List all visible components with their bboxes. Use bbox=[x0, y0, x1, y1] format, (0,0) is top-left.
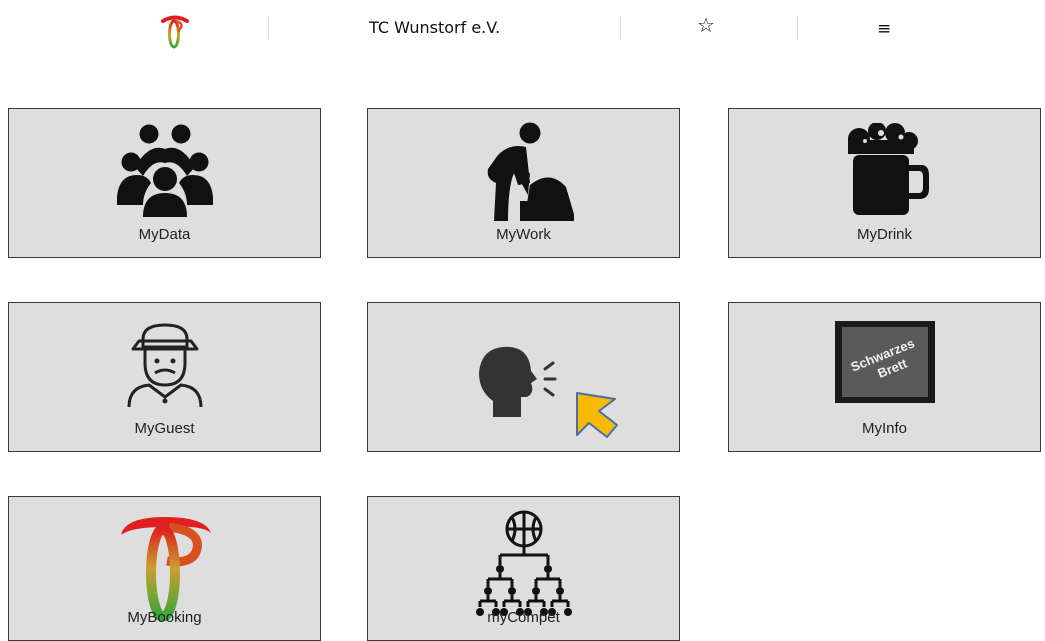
page-title: TC Wunstorf e.V. bbox=[369, 18, 501, 37]
club-logo-icon[interactable] bbox=[160, 12, 190, 50]
tile-myinfo[interactable]: Schwarzes Brett MyInfo bbox=[728, 302, 1041, 452]
tile-myguest[interactable]: MyGuest bbox=[8, 302, 321, 452]
tile-label: MyWork bbox=[496, 226, 551, 243]
top-bar: TC Wunstorf e.V. ☆ ≡ bbox=[0, 0, 1045, 60]
star-icon[interactable]: ☆ bbox=[697, 13, 715, 37]
club-logo-icon bbox=[120, 517, 211, 621]
tile-label: myCompet bbox=[487, 609, 560, 626]
tile-mycompet[interactable]: myCompet bbox=[367, 496, 680, 641]
header-divider bbox=[797, 16, 798, 40]
tile-label: MyData bbox=[138, 226, 191, 243]
tournament-bracket-icon bbox=[475, 510, 572, 616]
beer-mug-icon bbox=[847, 123, 929, 215]
tile-speak[interactable] bbox=[367, 302, 680, 452]
guest-hat-icon bbox=[127, 323, 202, 408]
pointer-arrow-icon bbox=[576, 392, 618, 438]
people-group-icon bbox=[116, 124, 213, 217]
menu-icon[interactable]: ≡ bbox=[877, 17, 891, 41]
tile-label: MyDrink bbox=[857, 226, 912, 243]
tile-label: MyInfo bbox=[861, 420, 907, 437]
worker-shovel-icon bbox=[487, 122, 574, 221]
tile-mydata[interactable]: MyData bbox=[8, 108, 321, 258]
speaking-head-icon bbox=[478, 346, 556, 417]
tile-label: MyBooking bbox=[127, 609, 202, 626]
tile-mybooking[interactable]: MyBooking bbox=[8, 496, 321, 641]
header-divider bbox=[268, 16, 269, 40]
tile-label: MyGuest bbox=[134, 420, 195, 437]
tile-mydrink[interactable]: MyDrink bbox=[728, 108, 1041, 258]
tile-mywork[interactable]: MyWork bbox=[367, 108, 680, 258]
schwarzes-brett-board-icon: Schwarzes Brett bbox=[834, 321, 935, 403]
header-divider bbox=[620, 16, 621, 40]
